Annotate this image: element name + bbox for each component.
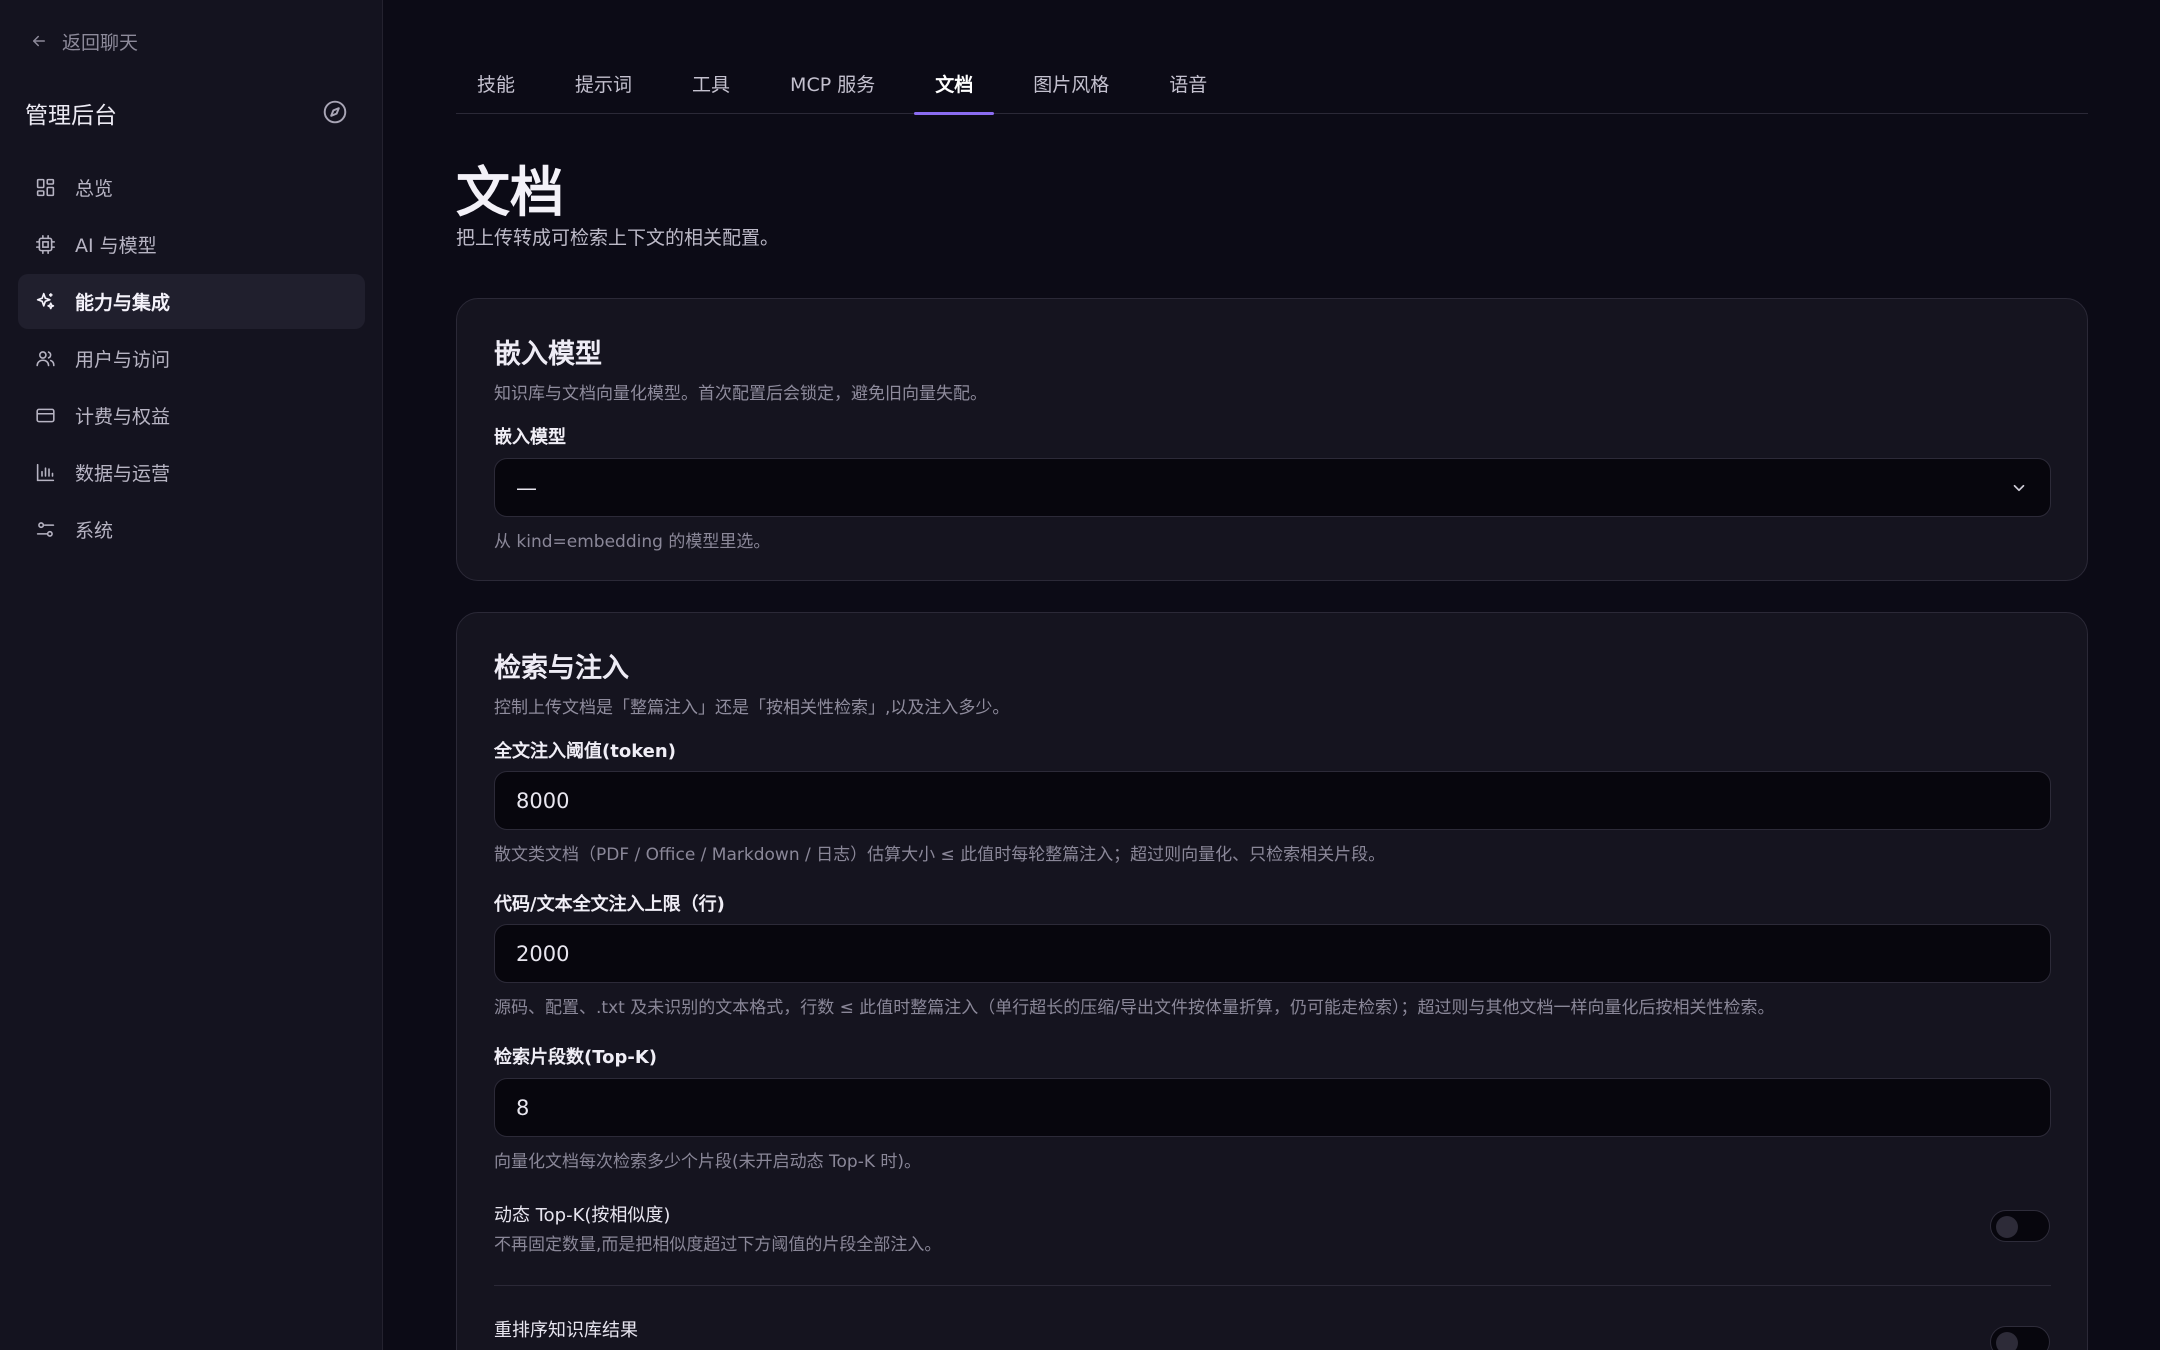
compass-icon[interactable]	[322, 99, 348, 125]
tab-documents[interactable]: 文档	[914, 62, 995, 115]
sidebar-item-ai-models[interactable]: AI 与模型	[18, 217, 365, 272]
fulltext-threshold-value: 8000	[516, 788, 570, 813]
back-to-chat-label: 返回聊天	[62, 31, 139, 54]
toggle-knob	[1996, 1216, 2018, 1238]
sidebar-item-billing[interactable]: 计费与权益	[18, 388, 365, 443]
top-k-value: 8	[516, 1095, 530, 1120]
top-k-input[interactable]: 8	[494, 1078, 2051, 1137]
fulltext-threshold-label: 全文注入阈值(token)	[494, 741, 676, 762]
dynamic-top-k-toggle[interactable]	[1990, 1210, 2050, 1242]
tab-bar: 技能 提示词 工具 MCP 服务 文档 图片风格 语音	[456, 62, 2088, 115]
sidebar-item-label: AI 与模型	[75, 235, 157, 257]
sidebar-item-users-access[interactable]: 用户与访问	[18, 331, 365, 386]
page-subtitle: 把上传转成可检索上下文的相关配置。	[456, 227, 780, 249]
tab-prompts[interactable]: 提示词	[554, 62, 653, 114]
sidebar-item-label: 能力与集成	[75, 292, 171, 314]
dashboard-icon	[36, 178, 55, 197]
sidebar: 返回聊天 管理后台 总览 AI 与模型 能力与集成 用户与访问 计费与权益 数据…	[0, 0, 383, 1350]
top-k-label: 检索片段数(Top-K)	[494, 1047, 658, 1068]
sidebar-nav: 总览 AI 与模型 能力与集成 用户与访问 计费与权益 数据与运营 系统	[18, 160, 365, 559]
divider	[494, 1285, 2051, 1286]
sidebar-item-label: 计费与权益	[75, 406, 171, 428]
code-line-limit-hint: 源码、配置、.txt 及未识别的文本格式，行数 ≤ 此值时整篇注入（单行超长的压…	[494, 998, 1775, 1018]
toggle-knob	[1996, 1332, 2018, 1350]
sidebar-title: 管理后台	[25, 103, 117, 129]
embedding-model-value: —	[516, 475, 537, 500]
tab-image-styles[interactable]: 图片风格	[1012, 62, 1130, 114]
embedding-model-select[interactable]: —	[494, 458, 2051, 517]
sparkles-icon	[36, 292, 55, 310]
sidebar-item-data-ops[interactable]: 数据与运营	[18, 445, 365, 500]
top-k-hint: 向量化文档每次检索多少个片段(未开启动态 Top-K 时)。	[494, 1152, 922, 1172]
sidebar-item-system[interactable]: 系统	[18, 502, 365, 557]
card-description: 知识库与文档向量化模型。首次配置后会锁定，避免旧向量失配。	[494, 384, 987, 404]
tab-mcp-services[interactable]: MCP 服务	[769, 62, 896, 114]
sidebar-item-overview[interactable]: 总览	[18, 160, 365, 215]
code-line-limit-label: 代码/文本全文注入上限（行)	[494, 894, 725, 915]
sidebar-item-capabilities[interactable]: 能力与集成	[18, 274, 365, 329]
fulltext-threshold-input[interactable]: 8000	[494, 771, 2051, 830]
chevron-down-icon	[2013, 484, 2025, 492]
fulltext-threshold-hint: 散文类文档（PDF / Office / Markdown / 日志）估算大小 …	[494, 845, 1386, 865]
card-title: 检索与注入	[494, 653, 629, 684]
dynamic-top-k-label: 动态 Top-K(按相似度)	[494, 1205, 671, 1226]
cpu-icon	[35, 234, 56, 255]
card-title: 嵌入模型	[494, 339, 602, 370]
code-line-limit-value: 2000	[516, 941, 570, 966]
tab-skills[interactable]: 技能	[456, 62, 536, 114]
tab-voice[interactable]: 语音	[1148, 62, 1228, 114]
sidebar-item-label: 数据与运营	[75, 463, 171, 485]
dynamic-top-k-desc: 不再固定数量,而是把相似度超过下方阈值的片段全部注入。	[494, 1235, 942, 1255]
users-icon	[36, 351, 55, 367]
sliders-icon	[36, 522, 55, 537]
arrow-left-icon	[33, 35, 45, 47]
tab-tools[interactable]: 工具	[671, 62, 751, 114]
embedding-model-card: 嵌入模型 知识库与文档向量化模型。首次配置后会锁定，避免旧向量失配。 嵌入模型 …	[456, 298, 2088, 581]
card-description: 控制上传文档是「整篇注入」还是「按相关性检索」,以及注入多少。	[494, 698, 1010, 718]
credit-card-icon	[36, 408, 55, 423]
embedding-model-label: 嵌入模型	[494, 427, 566, 448]
rerank-toggle[interactable]	[1990, 1326, 2050, 1350]
sidebar-item-label: 总览	[75, 178, 114, 200]
sidebar-item-label: 用户与访问	[75, 349, 171, 371]
bar-chart-icon	[36, 463, 55, 482]
rerank-label: 重排序知识库结果	[494, 1320, 638, 1341]
embedding-model-hint: 从 kind=embedding 的模型里选。	[494, 532, 771, 552]
retrieval-injection-card: 检索与注入 控制上传文档是「整篇注入」还是「按相关性检索」,以及注入多少。 全文…	[456, 612, 2088, 1350]
back-to-chat-link[interactable]: 返回聊天	[30, 26, 138, 56]
page-title: 文档	[456, 160, 564, 224]
code-line-limit-input[interactable]: 2000	[494, 924, 2051, 983]
sidebar-item-label: 系统	[75, 520, 114, 542]
